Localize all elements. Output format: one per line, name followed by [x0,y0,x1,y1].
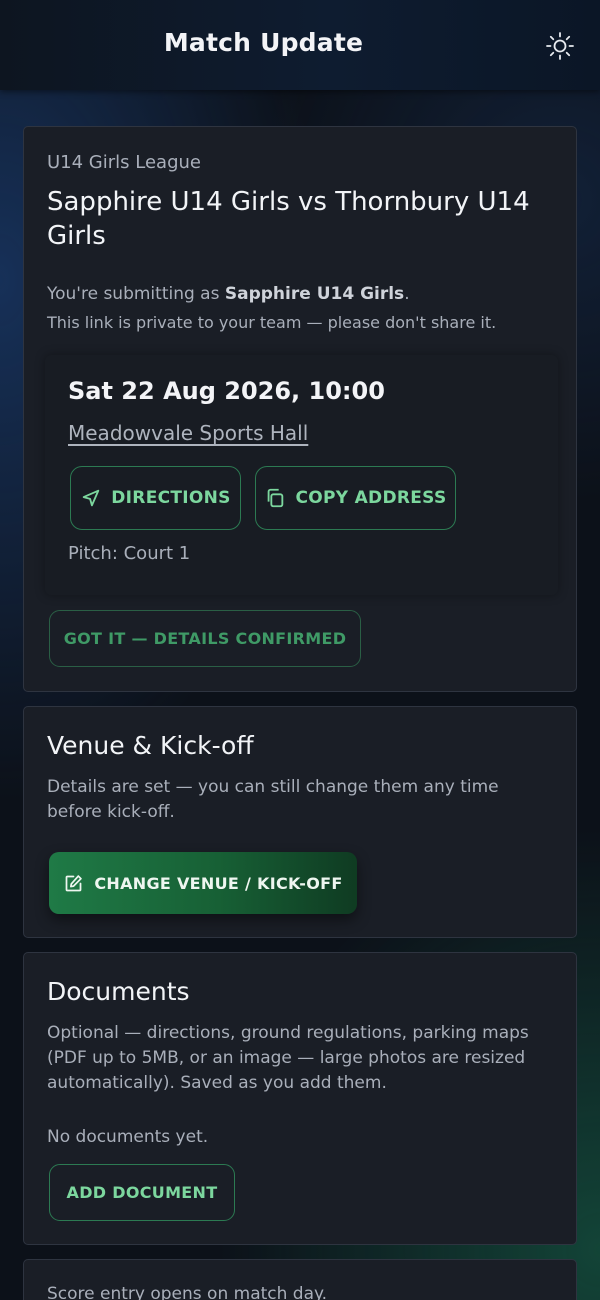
sun-icon [546,32,574,60]
venue-kickoff-card: Venue & Kick-off Details are set — you c… [23,706,577,938]
venue-section-description: Details are set — you can still change t… [47,777,499,822]
copy-address-button[interactable]: COPY ADDRESS [255,466,456,530]
add-document-button[interactable]: ADD DOCUMENT [49,1164,235,1221]
documents-title: Documents [47,977,190,1006]
venue-section-title: Venue & Kick-off [47,731,254,760]
score-entry-card: Score entry opens on match day. [23,1259,577,1300]
submitting-suffix: . [404,284,410,304]
match-title: Sapphire U14 Girls vs Thornbury U14 Girl… [47,187,530,251]
documents-description: Optional — directions, ground regulation… [47,1023,529,1093]
match-card: U14 Girls League Sapphire U14 Girls vs T… [23,126,577,692]
change-venue-label: CHANGE VENUE / KICK-OFF [94,873,343,893]
league-name: U14 Girls League [47,152,201,173]
add-document-label: ADD DOCUMENT [66,1183,218,1202]
private-link-note: This link is private to your team — plea… [47,313,497,332]
directions-button[interactable]: DIRECTIONS [70,466,241,530]
copy-address-label: COPY ADDRESS [295,488,447,508]
documents-empty-state: No documents yet. [47,1127,209,1147]
edit-icon [65,874,83,891]
confirm-details-button[interactable]: GOT IT — DETAILS CONFIRMED [49,610,361,667]
venue-link[interactable]: Meadowvale Sports Hall [68,421,308,445]
team-name: Sapphire U14 Girls [224,284,405,304]
submitting-prefix: You're submitting as [47,284,225,304]
documents-card: Documents Optional — directions, ground … [23,952,577,1245]
submitting-as-text: You're submitting as Sapphire U14 Girls. [47,284,410,304]
pitch-info: Pitch: Court 1 [68,543,191,564]
fixture-details: Sat 22 Aug 2026, 10:00 Meadowvale Sports… [45,355,558,595]
navigation-arrow-icon [83,489,100,507]
app-bar: Match Update [0,0,600,90]
change-venue-button[interactable]: CHANGE VENUE / KICK-OFF [49,852,357,914]
directions-label: DIRECTIONS [111,488,231,508]
theme-toggle-button[interactable] [540,26,580,66]
match-datetime: Sat 22 Aug 2026, 10:00 [68,377,385,405]
score-entry-note: Score entry opens on match day. [47,1284,328,1300]
page-title: Match Update [163,28,364,57]
copy-icon [268,488,284,508]
